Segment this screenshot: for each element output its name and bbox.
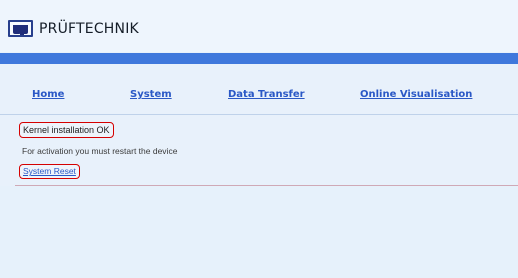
header: PRÜFTECHNIK xyxy=(0,0,518,52)
brand-logo: PRÜFTECHNIK xyxy=(8,20,139,37)
nav-system-link[interactable]: System xyxy=(130,90,172,100)
nav-home-link[interactable]: Home xyxy=(32,90,64,100)
header-blue-band xyxy=(0,53,518,64)
page: PRÜFTECHNIK Home System Data Transfer On… xyxy=(0,0,518,278)
activation-message: For activation you must restart the devi… xyxy=(22,146,178,156)
top-navigation: Home System Data Transfer Online Visuali… xyxy=(0,90,518,115)
prueftechnik-logo-icon xyxy=(8,20,33,37)
kernel-status-text: Kernel installation OK xyxy=(23,125,110,135)
system-reset-box: System Reset xyxy=(19,164,80,179)
logo-inner-mark xyxy=(20,33,24,35)
brand-name: PRÜFTECHNIK xyxy=(39,21,139,37)
nav-data-transfer-link[interactable]: Data Transfer xyxy=(228,90,305,100)
kernel-status-box: Kernel installation OK xyxy=(19,122,114,138)
page-bottom-area xyxy=(0,186,518,278)
system-reset-link[interactable]: System Reset xyxy=(23,167,76,176)
nav-online-visualisation-link[interactable]: Online Visualisation xyxy=(360,90,472,100)
